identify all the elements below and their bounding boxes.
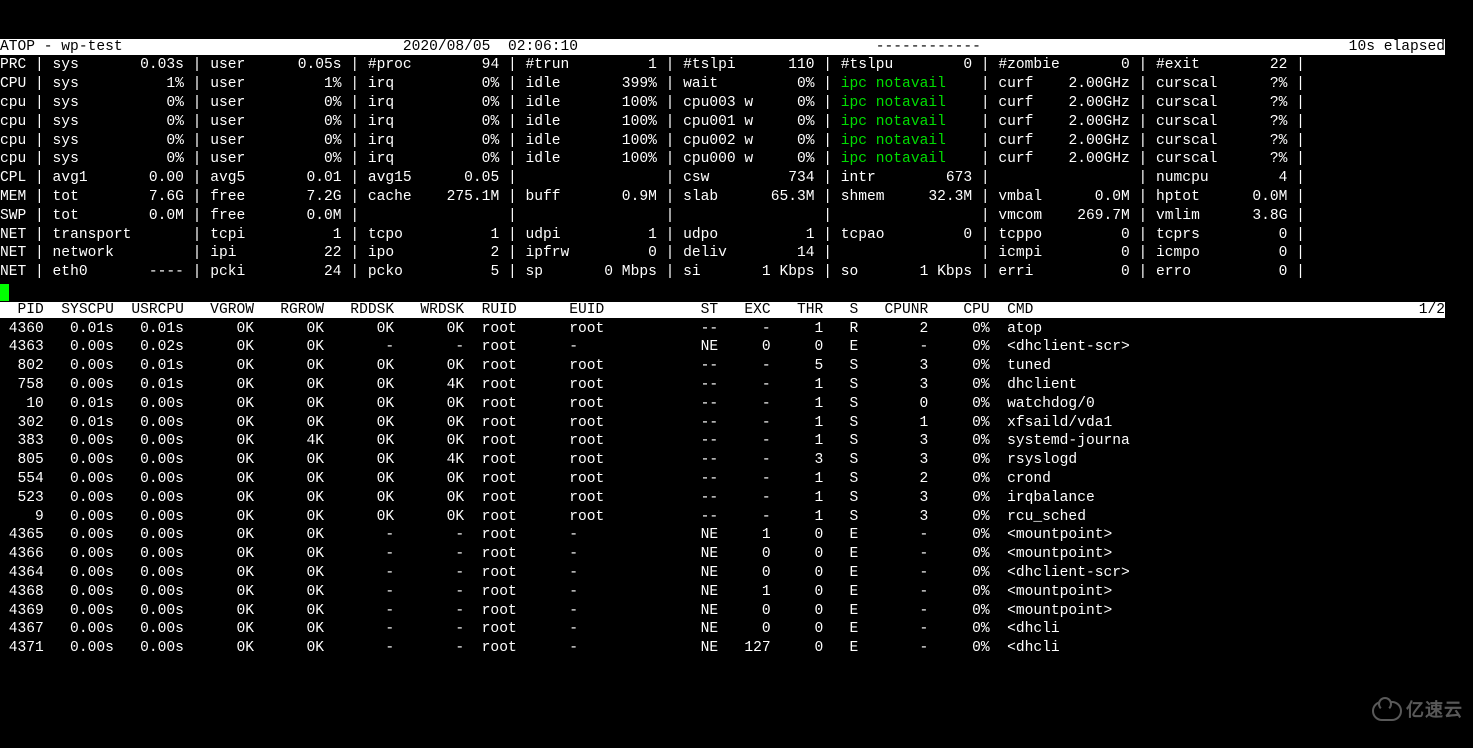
process-header: PID SYSCPU USRCPU VGROW RGROW RDDSK WRDS… xyxy=(0,301,1473,320)
header-bar: ATOP - wp-test 2020/08/05 02:06:10 -----… xyxy=(0,38,1473,57)
sysrow-prc: PRC | sys 0.03s | user 0.05s | #proc 94 … xyxy=(0,56,1473,75)
process-row[interactable]: 4364 0.00s 0.00s 0K 0K - - root - NE 0 0… xyxy=(0,564,1473,583)
sysrow-cpu: CPU | sys 1% | user 1% | irq 0% | idle 3… xyxy=(0,75,1473,94)
process-row[interactable]: 523 0.00s 0.00s 0K 0K 0K 0K root root --… xyxy=(0,489,1473,508)
process-row[interactable]: 4365 0.00s 0.00s 0K 0K - - root - NE 1 0… xyxy=(0,526,1473,545)
process-row[interactable]: 802 0.00s 0.01s 0K 0K 0K 0K root root --… xyxy=(0,357,1473,376)
watermark-logo: 亿速云 xyxy=(1372,701,1463,721)
process-row[interactable]: 9 0.00s 0.00s 0K 0K 0K 0K root root -- -… xyxy=(0,508,1473,527)
sysrow-net: NET | transport | tcpi 1 | tcpo 1 | udpi… xyxy=(0,226,1473,245)
cursor-line xyxy=(0,282,1473,301)
process-row[interactable]: 4363 0.00s 0.02s 0K 0K - - root - NE 0 0… xyxy=(0,338,1473,357)
process-row[interactable]: 4366 0.00s 0.00s 0K 0K - - root - NE 0 0… xyxy=(0,545,1473,564)
sysrow-swp: SWP | tot 0.0M | free 0.0M | | | | | vmc… xyxy=(0,207,1473,226)
process-row[interactable]: 554 0.00s 0.00s 0K 0K 0K 0K root root --… xyxy=(0,470,1473,489)
process-row[interactable]: 4371 0.00s 0.00s 0K 0K - - root - NE 127… xyxy=(0,639,1473,658)
process-row[interactable]: 805 0.00s 0.00s 0K 0K 0K 4K root root --… xyxy=(0,451,1473,470)
sysrow-net: NET | network | ipi 22 | ipo 2 | ipfrw 0… xyxy=(0,244,1473,263)
process-row[interactable]: 383 0.00s 0.00s 0K 4K 0K 0K root root --… xyxy=(0,432,1473,451)
process-row[interactable]: 4369 0.00s 0.00s 0K 0K - - root - NE 0 0… xyxy=(0,602,1473,621)
process-row[interactable]: 302 0.01s 0.00s 0K 0K 0K 0K root root --… xyxy=(0,414,1473,433)
watermark-text: 亿速云 xyxy=(1406,700,1463,720)
sysrow-cpu: cpu | sys 0% | user 0% | irq 0% | idle 1… xyxy=(0,113,1473,132)
sysrow-cpu: cpu | sys 0% | user 0% | irq 0% | idle 1… xyxy=(0,150,1473,169)
process-row[interactable]: 758 0.00s 0.01s 0K 0K 0K 4K root root --… xyxy=(0,376,1473,395)
process-row[interactable]: 10 0.01s 0.00s 0K 0K 0K 0K root root -- … xyxy=(0,395,1473,414)
process-row[interactable]: 4367 0.00s 0.00s 0K 0K - - root - NE 0 0… xyxy=(0,620,1473,639)
sysrow-cpl: CPL | avg1 0.00 | avg5 0.01 | avg15 0.05… xyxy=(0,169,1473,188)
process-row[interactable]: 4360 0.01s 0.01s 0K 0K 0K 0K root root -… xyxy=(0,320,1473,339)
sysrow-cpu: cpu | sys 0% | user 0% | irq 0% | idle 1… xyxy=(0,132,1473,151)
sysrow-net: NET | eth0 ---- | pcki 24 | pcko 5 | sp … xyxy=(0,263,1473,282)
cursor-icon xyxy=(0,284,9,301)
sysrow-cpu: cpu | sys 0% | user 0% | irq 0% | idle 1… xyxy=(0,94,1473,113)
sysrow-mem: MEM | tot 7.6G | free 7.2G | cache 275.1… xyxy=(0,188,1473,207)
process-row[interactable]: 4368 0.00s 0.00s 0K 0K - - root - NE 1 0… xyxy=(0,583,1473,602)
